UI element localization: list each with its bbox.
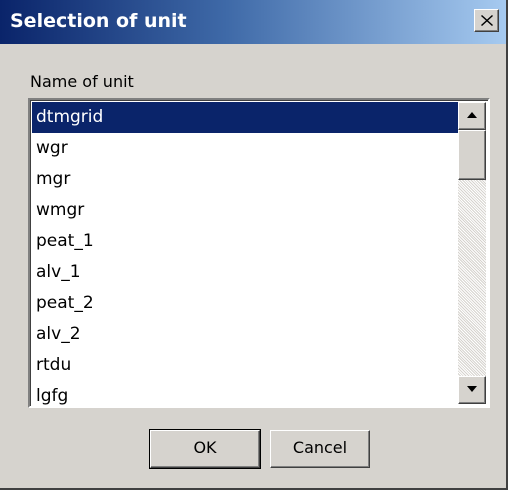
scroll-up-button[interactable] bbox=[458, 102, 486, 130]
arrow-up-icon bbox=[467, 112, 477, 118]
unit-list-item[interactable]: mgr bbox=[32, 164, 458, 195]
unit-list-item[interactable]: wgr bbox=[32, 133, 458, 164]
unit-list: dtmgrid wgr mgr wmgr peat_1 alv_1 peat_2 alv_2 r… bbox=[32, 102, 458, 412]
scroll-down-button[interactable] bbox=[458, 376, 486, 404]
scrollbar-thumb[interactable] bbox=[458, 130, 486, 180]
close-button[interactable] bbox=[474, 9, 499, 32]
unit-selection-dialog: Selection of unit Name of unit dtmgrid wg… bbox=[0, 0, 508, 490]
name-of-unit-label: Name of unit bbox=[30, 72, 134, 91]
unit-list-item[interactable]: alv_1 bbox=[32, 257, 458, 288]
unit-list-item[interactable]: alv_2 bbox=[32, 319, 458, 350]
unit-list-item[interactable]: wmgr bbox=[32, 195, 458, 226]
title-bar[interactable]: Selection of unit bbox=[0, 0, 506, 44]
ok-button[interactable]: OK bbox=[149, 429, 261, 469]
close-icon bbox=[481, 15, 493, 26]
unit-list-item[interactable]: dtmgrid bbox=[32, 102, 458, 133]
dialog-title: Selection of unit bbox=[10, 10, 187, 32]
unit-list-item[interactable]: peat_1 bbox=[32, 226, 458, 257]
unit-list-item[interactable]: peat_2 bbox=[32, 288, 458, 319]
arrow-down-icon bbox=[467, 386, 477, 392]
cancel-button[interactable]: Cancel bbox=[270, 430, 370, 468]
vertical-scrollbar[interactable] bbox=[458, 102, 486, 404]
unit-list-item[interactable]: lgfg bbox=[32, 381, 458, 412]
unit-list-item[interactable]: rtdu bbox=[32, 350, 458, 381]
unit-listbox[interactable]: dtmgrid wgr mgr wmgr peat_1 alv_1 peat_2 alv_2 r… bbox=[28, 98, 490, 408]
